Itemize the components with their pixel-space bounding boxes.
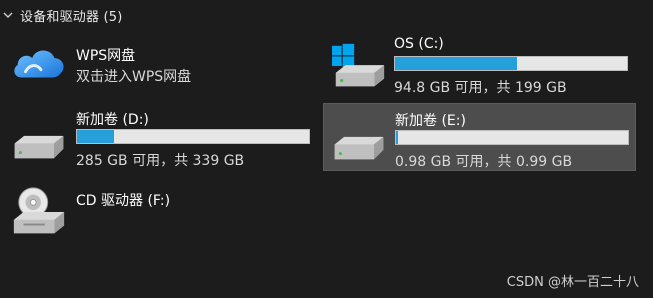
group-title: 设备和驱动器 (5) — [20, 9, 123, 25]
drive-d-usage-bar — [76, 129, 310, 144]
group-header-devices[interactable]: 设备和驱动器 (5) — [0, 4, 123, 26]
drive-icon — [334, 136, 384, 160]
drive-c-usage-bar — [394, 56, 628, 71]
drive-c-usage-fill — [395, 57, 517, 70]
wps-cloud-item[interactable]: WPS网盘 双击进入WPS网盘 — [0, 34, 320, 94]
cd-drive-icon — [13, 187, 65, 234]
watermark: CSDN @林一百二十八 — [506, 275, 639, 290]
cloud-icon — [14, 50, 64, 78]
wps-cloud-name: WPS网盘 — [76, 48, 136, 64]
drive-f-item[interactable]: CD 驱动器 (F:) — [0, 180, 320, 244]
drive-d-usage-fill — [77, 130, 115, 143]
drive-c-space: 94.8 GB 可用，共 199 GB — [394, 80, 567, 96]
drive-d-item[interactable]: 新加卷 (D:) 285 GB 可用，共 339 GB — [0, 104, 320, 170]
drive-e-usage-bar — [395, 130, 629, 145]
chevron-down-icon[interactable] — [2, 9, 14, 21]
drive-f-name: CD 驱动器 (F:) — [76, 193, 171, 209]
drive-e-usage-fill — [396, 131, 399, 144]
drive-c-name: OS (C:) — [394, 36, 444, 52]
drive-d-name: 新加卷 (D:) — [76, 112, 149, 128]
wps-cloud-subtitle: 双击进入WPS网盘 — [76, 69, 192, 85]
drive-icon — [14, 135, 64, 159]
windows-drive-icon — [332, 43, 385, 87]
drive-d-space: 285 GB 可用，共 339 GB — [76, 153, 245, 169]
drive-e-name: 新加卷 (E:) — [395, 113, 466, 129]
drive-e-space: 0.98 GB 可用，共 0.99 GB — [395, 154, 573, 170]
drive-e-item[interactable]: 新加卷 (E:) 0.98 GB 可用，共 0.99 GB — [323, 103, 636, 171]
drive-c-item[interactable]: OS (C:) 94.8 GB 可用，共 199 GB — [323, 34, 636, 96]
